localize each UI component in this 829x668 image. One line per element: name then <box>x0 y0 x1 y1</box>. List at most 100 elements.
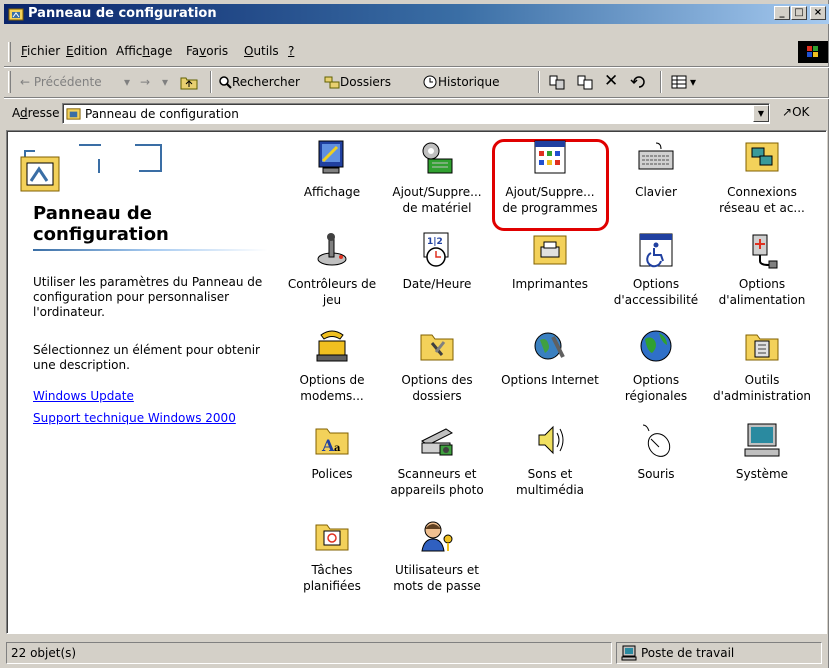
back-dropdown-icon[interactable]: ▾ <box>124 75 130 89</box>
search-icon <box>219 76 232 89</box>
menu-affichage[interactable]: Affichage <box>116 44 172 58</box>
display-icon <box>318 140 344 174</box>
control-panel-item[interactable]: Imprimantes <box>497 231 603 292</box>
back-button[interactable]: ← Précédente <box>20 75 102 89</box>
control-panel-item[interactable]: Options d'alimentation <box>709 231 815 308</box>
windows-logo-icon <box>798 41 828 63</box>
copy-to-icon[interactable] <box>576 73 594 91</box>
menu-help[interactable]: ? <box>288 44 294 58</box>
item-label-line1: Scanneurs et <box>397 467 477 481</box>
panel-title-rule <box>33 249 268 251</box>
close-button[interactable]: × <box>810 6 826 20</box>
item-label-line1: Utilisateurs et <box>395 563 479 577</box>
item-label-line1: Sons et <box>527 467 573 481</box>
toolbar-separator-line <box>4 97 829 99</box>
item-label-line1: Options des <box>401 373 473 387</box>
control-panel-item[interactable]: Système <box>709 421 815 482</box>
status-count: 22 objet(s) <box>6 642 612 664</box>
toolbar: ← Précédente ▾ → ▾ Rechercher Dossiers H… <box>4 68 829 96</box>
up-folder-icon[interactable] <box>180 73 198 91</box>
game-controllers-icon <box>317 233 347 266</box>
support-link[interactable]: Support technique Windows 2000 <box>33 411 236 425</box>
control-panel-item[interactable]: 1|2 Date/Heure <box>384 231 490 292</box>
svg-text:A: A <box>321 436 335 455</box>
control-panel-icon <box>66 108 81 120</box>
status-location: Poste de travail <box>616 642 822 664</box>
toolbar-grip[interactable] <box>8 71 11 93</box>
views-icon[interactable] <box>670 73 688 91</box>
control-panel-item[interactable]: Utilisateurs et mots de passe <box>384 517 490 594</box>
item-label-line2: réseau et ac... <box>719 201 805 215</box>
control-panel-item[interactable]: Souris <box>603 421 709 482</box>
control-panel-item[interactable]: Options régionales <box>603 327 709 404</box>
maximize-button[interactable]: □ <box>791 6 807 20</box>
item-label-line1: Contrôleurs de <box>287 277 377 291</box>
history-button[interactable]: Historique <box>422 75 500 89</box>
control-panel-item[interactable]: Options de modems... <box>279 327 385 404</box>
control-panel-item[interactable]: Connexions réseau et ac... <box>709 139 815 216</box>
control-panel-item[interactable]: Clavier <box>603 139 709 200</box>
delete-icon[interactable]: ✕ <box>604 71 618 91</box>
forward-dropdown-icon[interactable]: ▾ <box>162 75 168 89</box>
title-bar[interactable]: Panneau de configuration _ □ × <box>4 4 829 24</box>
folders-button[interactable]: Dossiers <box>324 75 391 89</box>
item-label-line1: Affichage <box>303 185 361 199</box>
control-panel-item[interactable]: Ajout/Suppre... de programmes <box>497 139 603 216</box>
system-icon <box>744 423 780 457</box>
windows-update-link[interactable]: Windows Update <box>33 389 134 403</box>
control-panel-item[interactable]: Tâches planifiées <box>279 517 385 594</box>
item-label-line1: Options <box>632 277 680 291</box>
control-panel-item[interactable]: Affichage <box>279 139 385 200</box>
item-label-line2: d'accessibilité <box>613 293 699 307</box>
control-panel-item[interactable]: Options Internet <box>497 327 603 388</box>
minimize-button[interactable]: _ <box>774 6 790 20</box>
menu-edition[interactable]: Edition <box>66 44 108 58</box>
undo-icon[interactable] <box>630 73 648 91</box>
control-panel-item[interactable]: Contrôleurs de jeu <box>279 231 385 308</box>
address-bar: Adresse Panneau de configuration ▼ ↗OK <box>4 100 829 126</box>
control-panel-item[interactable]: Sons et multimédia <box>497 421 603 498</box>
history-label: Historique <box>438 75 500 89</box>
regional-options-icon <box>640 330 672 362</box>
control-panel-item[interactable]: Options des dossiers <box>384 327 490 404</box>
folders-label: Dossiers <box>340 75 391 89</box>
control-panel-item[interactable]: Ajout/Suppre... de matériel <box>384 139 490 216</box>
date-time-icon: 1|2 <box>423 232 449 267</box>
menu-fichier[interactable]: Fichier <box>21 44 60 58</box>
search-button[interactable]: Rechercher <box>218 75 300 89</box>
menu-favoris[interactable]: Favoris <box>186 44 228 58</box>
views-dropdown-icon[interactable]: ▾ <box>690 75 696 89</box>
svg-text:1|2: 1|2 <box>427 237 443 247</box>
window-title: Panneau de configuration <box>28 6 217 21</box>
control-panel-item[interactable]: A a Polices <box>279 421 385 482</box>
folder-options-icon <box>420 334 454 361</box>
move-to-icon[interactable] <box>548 73 566 91</box>
add-remove-programs-icon <box>534 140 566 174</box>
control-panel-item[interactable]: Outils d'administration <box>709 327 815 404</box>
control-panel-icon <box>8 8 24 21</box>
modem-icon <box>316 330 348 362</box>
item-label-line1: Ajout/Suppre... <box>505 185 595 199</box>
control-panel-item[interactable]: Options d'accessibilité <box>603 231 709 308</box>
scheduled-tasks-icon <box>315 524 349 551</box>
internet-options-icon <box>534 332 565 360</box>
item-label-line2: de matériel <box>402 201 472 215</box>
address-value: Panneau de configuration <box>85 107 239 121</box>
forward-button[interactable]: → <box>140 75 150 89</box>
address-input[interactable]: Panneau de configuration ▼ <box>62 103 770 124</box>
power-options-icon <box>752 234 778 269</box>
item-label-line2: de programmes <box>502 201 598 215</box>
item-label-line1: Connexions <box>727 185 797 199</box>
address-dropdown-button[interactable]: ▼ <box>753 105 769 122</box>
item-label-line1: Polices <box>311 467 353 481</box>
go-button[interactable]: ↗OK <box>782 105 809 119</box>
item-label-line1: Imprimantes <box>511 277 589 291</box>
item-label-line2: appareils photo <box>390 483 484 497</box>
item-label-line2: multimédia <box>515 483 585 497</box>
menu-outils[interactable]: Outils <box>244 44 279 58</box>
item-label-line2: jeu <box>322 293 342 307</box>
menu-grip[interactable] <box>8 42 11 62</box>
admin-tools-icon <box>745 334 779 361</box>
control-panel-item[interactable]: Scanneurs et appareils photo <box>384 421 490 498</box>
menu-bar: Fichier Edition Affichage Favoris Outils… <box>4 40 829 64</box>
